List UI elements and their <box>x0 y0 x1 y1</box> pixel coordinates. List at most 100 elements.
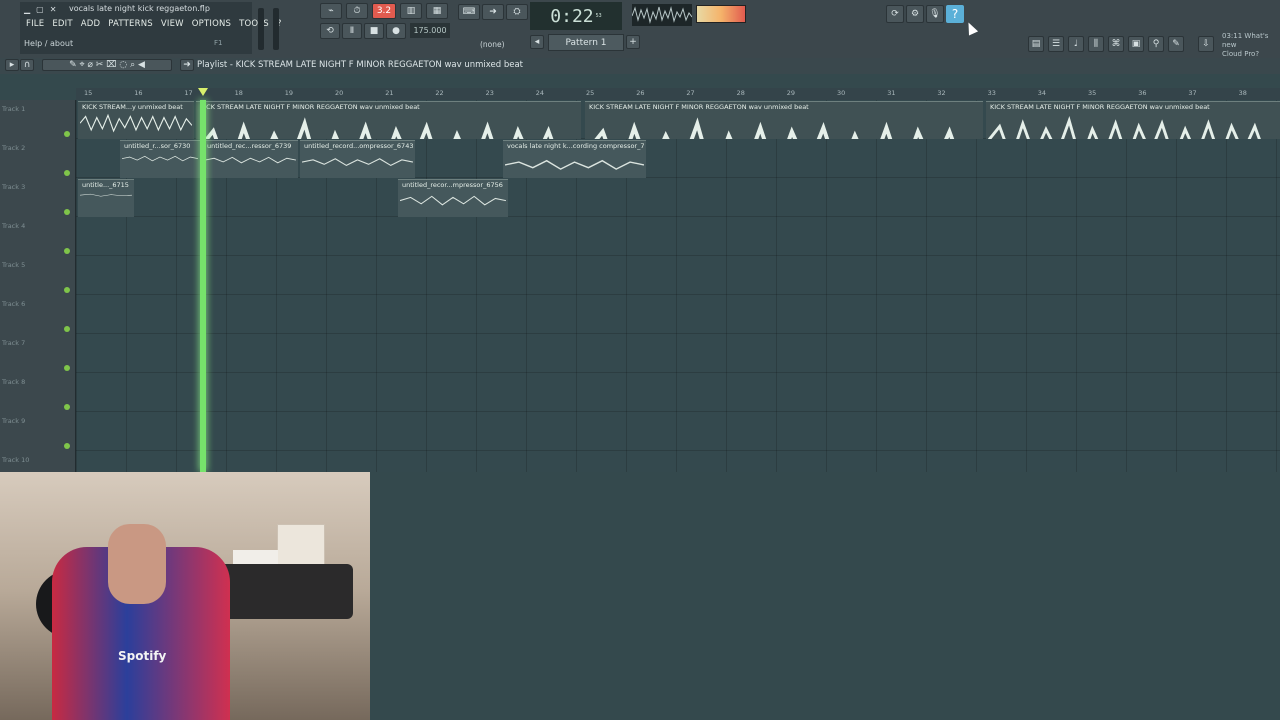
ruler-tick: 29 <box>786 89 796 97</box>
menu-options[interactable]: OPTIONS <box>192 19 231 29</box>
track-label[interactable]: Track 3 <box>2 183 25 191</box>
clip-label: untitled_record...ompressor_6743 <box>304 142 414 150</box>
menu-edit[interactable]: EDIT <box>52 19 72 29</box>
countdown-icon[interactable]: ▦ <box>426 3 448 19</box>
track-label[interactable]: Track 9 <box>2 417 25 425</box>
clip-vocal-6739[interactable]: untitled_rec...ressor_6739 <box>203 140 298 178</box>
clip-vocal-6715[interactable]: untitle..._6715 <box>78 179 134 217</box>
help-icon[interactable]: ? <box>946 5 964 23</box>
track-label[interactable]: Track 7 <box>2 339 25 347</box>
record-button[interactable]: ● <box>386 23 406 39</box>
piano-roll-icon[interactable]: ♩ <box>1068 36 1084 52</box>
master-pitch-slider[interactable] <box>273 8 279 50</box>
download-icon[interactable]: ⇩ <box>1198 36 1214 52</box>
track-mute-dot[interactable] <box>64 365 70 371</box>
waveform <box>505 159 644 170</box>
master-volume-slider[interactable] <box>258 8 264 50</box>
clip-kick-beat-3[interactable]: KICK STREAM LATE NIGHT F MINOR REGGAETON… <box>585 101 983 139</box>
clip-label: untitled_rec...ressor_6739 <box>207 142 292 150</box>
channel-rack-icon[interactable]: ☰ <box>1048 36 1064 52</box>
track-label[interactable]: Track 4 <box>2 222 25 230</box>
song-time-display[interactable]: 0:22 53 <box>530 2 622 30</box>
snap-icon[interactable]: ⌁ <box>320 3 342 19</box>
arrow-right-icon[interactable]: ➜ <box>482 4 504 20</box>
plugin-database-icon[interactable]: ⚲ <box>1148 36 1164 52</box>
waveform <box>988 116 1261 139</box>
microphone-icon[interactable]: 🎙 <box>926 5 944 23</box>
pause-button[interactable]: Ⅱ <box>342 23 362 39</box>
news-panel[interactable]: 03:11 What's new Cloud Pro? <box>1222 32 1280 59</box>
ruler-tick: 34 <box>1037 89 1047 97</box>
clip-label: untitled_r...sor_6730 <box>124 142 191 150</box>
close-button[interactable]: ✕ <box>50 5 57 14</box>
clip-label: KICK STREAM LATE NIGHT F MINOR REGGAETON… <box>990 103 1210 111</box>
track-label[interactable]: Track 8 <box>2 378 25 386</box>
track-label[interactable]: Track 6 <box>2 300 25 308</box>
clip-kick-beat-1[interactable]: KICK STREAM...y unmixed beat <box>78 101 194 139</box>
pattern-none-label[interactable]: (none) <box>480 40 505 49</box>
pattern-prev-icon[interactable]: ◂ <box>530 35 544 49</box>
ruler-tick: 32 <box>937 89 946 97</box>
playlist-title: Playlist - KICK STREAM LATE NIGHT F MINO… <box>197 60 524 70</box>
clip-label: KICK STREAM...y unmixed beat <box>82 103 183 111</box>
playhead-marker[interactable] <box>198 88 208 96</box>
track-mute-dot[interactable] <box>64 443 70 449</box>
playlist-window-icon[interactable]: ▤ <box>1028 36 1044 52</box>
clip-vocal-6756[interactable]: untitled_recor...mpressor_6756 <box>398 179 508 217</box>
refresh-icon[interactable]: ⟳ <box>886 5 904 23</box>
ruler-tick: 33 <box>987 89 996 97</box>
clip-vocal-6743[interactable]: untitled_record...ompressor_6743 <box>300 140 415 178</box>
window-controls: ▁ ▢ ✕ <box>24 5 56 14</box>
track-mute-dot[interactable] <box>64 326 70 332</box>
track-mute-dot[interactable] <box>64 248 70 254</box>
track-mute-dot[interactable] <box>64 131 70 137</box>
mixer-icon[interactable]: ⫼ <box>1088 36 1104 52</box>
webcam-overlay: Spotify <box>0 472 370 720</box>
menu-add[interactable]: ADD <box>81 19 101 29</box>
track-mute-dot[interactable] <box>64 170 70 176</box>
track-label[interactable]: Track 5 <box>2 261 25 269</box>
minimize-button[interactable]: ▁ <box>24 5 30 14</box>
pattern-next-icon[interactable]: + <box>626 35 640 49</box>
ruler-tick: 37 <box>1188 89 1197 97</box>
step-indicator[interactable]: 3.2 <box>372 3 396 19</box>
track-mute-dot[interactable] <box>64 404 70 410</box>
playlist-ruler[interactable] <box>76 88 1280 100</box>
restore-button[interactable]: ▢ <box>36 5 44 14</box>
playlist-arrow-icon[interactable]: ➜ <box>180 59 194 71</box>
playlist-menu-icon[interactable]: ▸ <box>5 59 19 71</box>
playlist-magnet-icon[interactable]: ∩ <box>20 59 34 71</box>
wait-icon[interactable]: ▥ <box>400 3 422 19</box>
clip-vocals-late-night[interactable]: vocals late night k...cording compressor… <box>503 140 646 178</box>
ruler-tick: 22 <box>435 89 444 97</box>
clip-kick-beat-2[interactable]: KICK STREAM LATE NIGHT F MINOR REGGAETON… <box>196 101 581 139</box>
clip-kick-beat-4[interactable]: KICK STREAM LATE NIGHT F MINOR REGGAETON… <box>986 101 1280 139</box>
stop-button[interactable]: ■ <box>364 23 384 39</box>
clip-label: KICK STREAM LATE NIGHT F MINOR REGGAETON… <box>589 103 809 111</box>
time-small: 53 <box>595 13 602 19</box>
loop-record-icon[interactable]: ⟲ <box>320 23 340 39</box>
record-multiple-icon[interactable]: ⛭ <box>506 4 528 20</box>
menu-view[interactable]: VIEW <box>161 19 184 29</box>
metronome-icon[interactable]: ⏱ <box>346 3 368 19</box>
plugin-icon[interactable]: ▣ <box>1128 36 1144 52</box>
waveform <box>80 113 192 133</box>
cpu-icon[interactable]: ⚙ <box>906 5 924 23</box>
waveform <box>594 117 955 139</box>
track-label[interactable]: Track 1 <box>2 105 25 113</box>
track-mute-dot[interactable] <box>64 209 70 215</box>
tempo-display[interactable]: 175.000 <box>410 23 450 38</box>
track-label[interactable]: Track 2 <box>2 144 25 152</box>
menu-tools[interactable]: TOOLS <box>239 19 269 29</box>
browser-icon[interactable]: ⌘ <box>1108 36 1124 52</box>
track-mute-dot[interactable] <box>64 287 70 293</box>
menu-patterns[interactable]: PATTERNS <box>108 19 153 29</box>
track-label[interactable]: Track 10 <box>2 456 29 464</box>
waveform <box>302 158 413 167</box>
pattern-selector[interactable]: Pattern 1 <box>548 34 624 51</box>
playlist-tools[interactable]: ✎ ⌖ ⌀ ✂ ⌧ ◌ ⌕ ◀ <box>42 59 172 71</box>
menu-file[interactable]: FILE <box>26 19 44 29</box>
typing-keyboard-icon[interactable]: ⌨ <box>458 4 480 20</box>
clip-vocal-6730[interactable]: untitled_r...sor_6730 <box>120 140 200 178</box>
tool-icon[interactable]: ✎ <box>1168 36 1184 52</box>
